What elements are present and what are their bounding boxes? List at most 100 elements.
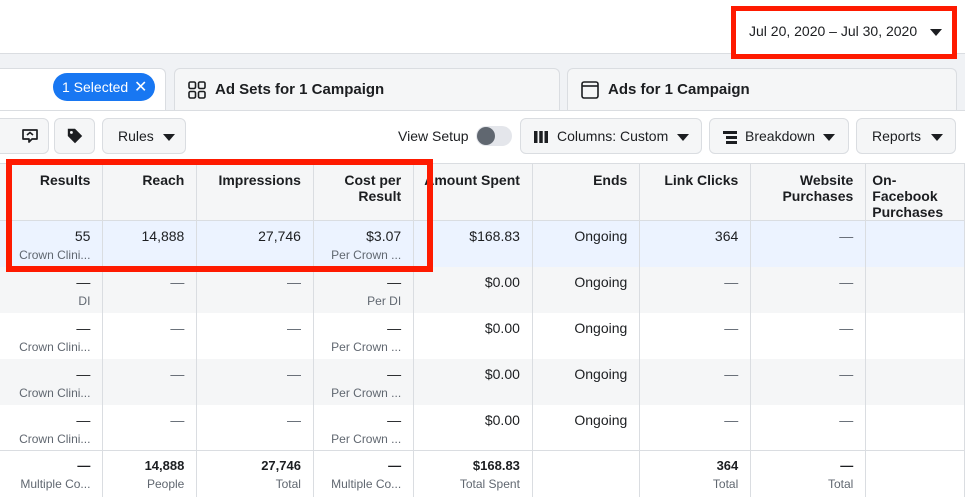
cost-per-result-cell: — Per Crown ... bbox=[313, 312, 415, 359]
on-facebook-purchases-cell bbox=[865, 312, 965, 359]
amount-spent-cell: $0.00 bbox=[413, 358, 533, 405]
reach-cell: — bbox=[102, 358, 198, 405]
reach-total-value: 14,888 bbox=[144, 458, 185, 473]
results-type: DI bbox=[78, 293, 91, 308]
column-header-reach[interactable]: Reach bbox=[102, 163, 198, 221]
tab-ad-sets-label: Ad Sets for 1 Campaign bbox=[215, 81, 385, 98]
website-purchases-cell: — bbox=[750, 312, 867, 359]
chevron-down-icon bbox=[823, 134, 835, 141]
spent-total-cell: $168.83 Total Spent bbox=[413, 450, 533, 497]
amount-spent-cell: $0.00 bbox=[413, 404, 533, 451]
cost-type: Per Crown ... bbox=[331, 248, 402, 262]
link-clicks-cell: — bbox=[639, 266, 752, 313]
cost-per-result-cell: — Per Crown ... bbox=[313, 404, 415, 451]
table-row[interactable]: — DI — — — Per DI $0.00 Ongoing — — bbox=[0, 266, 965, 313]
breakdown-dropdown[interactable]: Breakdown bbox=[709, 118, 849, 154]
link-clicks-cell: — bbox=[639, 358, 752, 405]
date-range-picker[interactable]: Jul 20, 2020 – Jul 30, 2020 bbox=[731, 6, 957, 59]
reach-cell: — bbox=[102, 266, 198, 313]
cost-value: — bbox=[387, 273, 402, 290]
clicks-total-value: 364 bbox=[716, 458, 739, 473]
column-header-ends[interactable]: Ends bbox=[532, 163, 641, 221]
website-purchases-cell: — bbox=[750, 266, 867, 313]
impressions-total-type: Total bbox=[275, 477, 301, 491]
rules-dropdown[interactable]: Rules bbox=[102, 118, 186, 154]
ends-total-cell bbox=[532, 450, 641, 497]
website-purchases-cell: — bbox=[750, 404, 867, 451]
columns-label: Columns: Custom bbox=[557, 128, 669, 144]
table-row[interactable]: 55 Crown Clini... 14,888 27,746 $3.07 Per … bbox=[0, 220, 965, 267]
view-setup-toggle[interactable] bbox=[476, 126, 512, 146]
tab-ads[interactable]: Ads for 1 Campaign bbox=[567, 68, 957, 114]
results-value: 55 bbox=[74, 228, 91, 244]
chevron-down-icon bbox=[677, 134, 689, 141]
reach-cell: — bbox=[102, 404, 198, 451]
website-purchases-cell: — bbox=[750, 358, 867, 405]
column-header-on-facebook-purchases[interactable]: On-Facebook Purchases bbox=[865, 163, 965, 221]
impressions-cell: — bbox=[196, 266, 314, 313]
tag-icon bbox=[67, 128, 83, 144]
selected-filter-pill[interactable]: 1 Selected ✕ bbox=[53, 73, 155, 101]
ends-cell: Ongoing bbox=[532, 404, 641, 451]
on-facebook-purchases-cell bbox=[865, 220, 965, 267]
table-row[interactable]: — Crown Clini... — — — Per Crown ... $0.00… bbox=[0, 404, 965, 451]
chevron-down-icon bbox=[931, 134, 943, 141]
cost-value: $3.07 bbox=[366, 228, 402, 244]
selected-count-label: 1 Selected bbox=[62, 79, 129, 95]
reports-label: Reports bbox=[872, 128, 922, 144]
view-setup-label: View Setup bbox=[398, 128, 469, 144]
amount-spent-cell: $0.00 bbox=[413, 312, 533, 359]
amount-spent-cell: $168.83 bbox=[413, 220, 533, 267]
column-header-amount-spent[interactable]: Amount Spent bbox=[413, 163, 533, 221]
toggle-knob bbox=[477, 127, 495, 145]
review-changes-button[interactable] bbox=[0, 118, 49, 154]
breakdown-icon bbox=[723, 131, 737, 144]
on-facebook-purchases-cell bbox=[865, 404, 965, 451]
results-table-container: Results Reach Impressions Cost per Resul… bbox=[0, 163, 965, 500]
link-clicks-cell: 364 bbox=[639, 220, 752, 267]
results-type: Crown Clini... bbox=[19, 431, 91, 446]
cost-value: — bbox=[387, 365, 402, 382]
website-purchases-cell: — bbox=[750, 220, 867, 267]
table-row[interactable]: — Crown Clini... — — — Per Crown ... $0.00… bbox=[0, 358, 965, 405]
table-header-row: Results Reach Impressions Cost per Resul… bbox=[0, 163, 965, 221]
on-facebook-purchases-cell bbox=[865, 266, 965, 313]
cost-value: — bbox=[387, 411, 402, 428]
cost-type: Per Crown ... bbox=[331, 385, 402, 400]
reports-dropdown[interactable]: Reports bbox=[856, 118, 956, 154]
ends-cell: Ongoing bbox=[532, 312, 641, 359]
results-type: Crown Clini... bbox=[19, 339, 91, 354]
review-changes-icon bbox=[22, 129, 38, 143]
chevron-down-icon bbox=[163, 134, 175, 141]
column-header-link-clicks[interactable]: Link Clicks bbox=[639, 163, 752, 221]
purchases-total-type: Total bbox=[827, 477, 854, 491]
link-clicks-cell: — bbox=[639, 312, 752, 359]
impressions-total-cell: 27,746 Total bbox=[196, 450, 314, 497]
rules-label: Rules bbox=[118, 128, 154, 144]
spent-total-value: $168.83 bbox=[472, 458, 520, 473]
columns-dropdown[interactable]: Columns: Custom bbox=[520, 118, 702, 154]
results-value: — bbox=[76, 411, 91, 428]
results-type: Crown Clini... bbox=[19, 385, 91, 400]
breakdown-label: Breakdown bbox=[745, 128, 816, 144]
tab-ad-sets[interactable]: Ad Sets for 1 Campaign bbox=[174, 68, 560, 114]
column-header-website-purchases[interactable]: Website Purchases bbox=[750, 163, 867, 221]
column-header-impressions[interactable]: Impressions bbox=[196, 163, 314, 221]
cost-total-type: Multiple Co... bbox=[331, 477, 402, 491]
cost-total-cell: — Multiple Co... bbox=[313, 450, 415, 497]
cost-type: Per Crown ... bbox=[331, 339, 402, 354]
results-value: — bbox=[76, 365, 91, 382]
column-header-results[interactable]: Results bbox=[0, 163, 104, 221]
results-total-type: Multiple Co... bbox=[20, 477, 91, 491]
grid-icon bbox=[188, 81, 206, 99]
close-icon[interactable]: ✕ bbox=[134, 77, 147, 97]
ends-cell: Ongoing bbox=[532, 266, 641, 313]
purchases-total-cell: — Total bbox=[750, 450, 867, 497]
window-icon bbox=[581, 81, 599, 99]
date-range-label: Jul 20, 2020 – Jul 30, 2020 bbox=[749, 23, 918, 39]
column-header-cost-per-result[interactable]: Cost per Result bbox=[313, 163, 415, 221]
impressions-cell: — bbox=[196, 404, 314, 451]
table-row[interactable]: — Crown Clini... — — — Per Crown ... $0.00… bbox=[0, 312, 965, 359]
tag-button[interactable] bbox=[54, 118, 95, 154]
clicks-total-type: Total bbox=[712, 477, 739, 491]
